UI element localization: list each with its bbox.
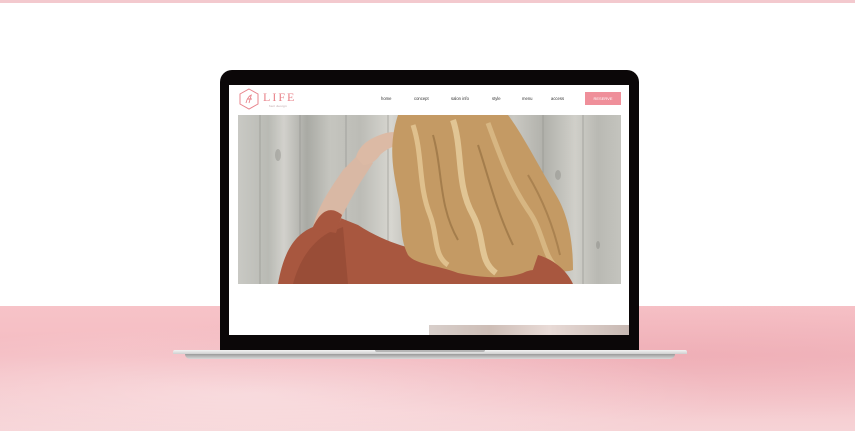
nav-item-home[interactable]: home: [381, 96, 391, 101]
hero-photo-illustration: [259, 115, 600, 284]
site-header: LIFE hair design home concept salon info…: [229, 85, 629, 115]
top-accent-line: [0, 0, 855, 3]
main-nav: home concept salon info style menu acces…: [229, 85, 629, 115]
reserve-button[interactable]: RESERVE: [585, 92, 621, 105]
hero-image: [238, 115, 621, 284]
nav-item-salon-info[interactable]: salon info: [451, 96, 469, 101]
laptop-base-bottom: [185, 354, 675, 359]
nav-item-menu[interactable]: menu: [522, 96, 532, 101]
nav-item-access[interactable]: access: [551, 96, 564, 101]
nav-item-style[interactable]: style: [492, 96, 501, 101]
next-section-image-preview: [429, 325, 629, 335]
laptop-base: [173, 350, 687, 360]
laptop-screen: LIFE hair design home concept salon info…: [229, 85, 629, 335]
laptop-opening-notch: [375, 350, 485, 352]
nav-item-concept[interactable]: concept: [414, 96, 429, 101]
